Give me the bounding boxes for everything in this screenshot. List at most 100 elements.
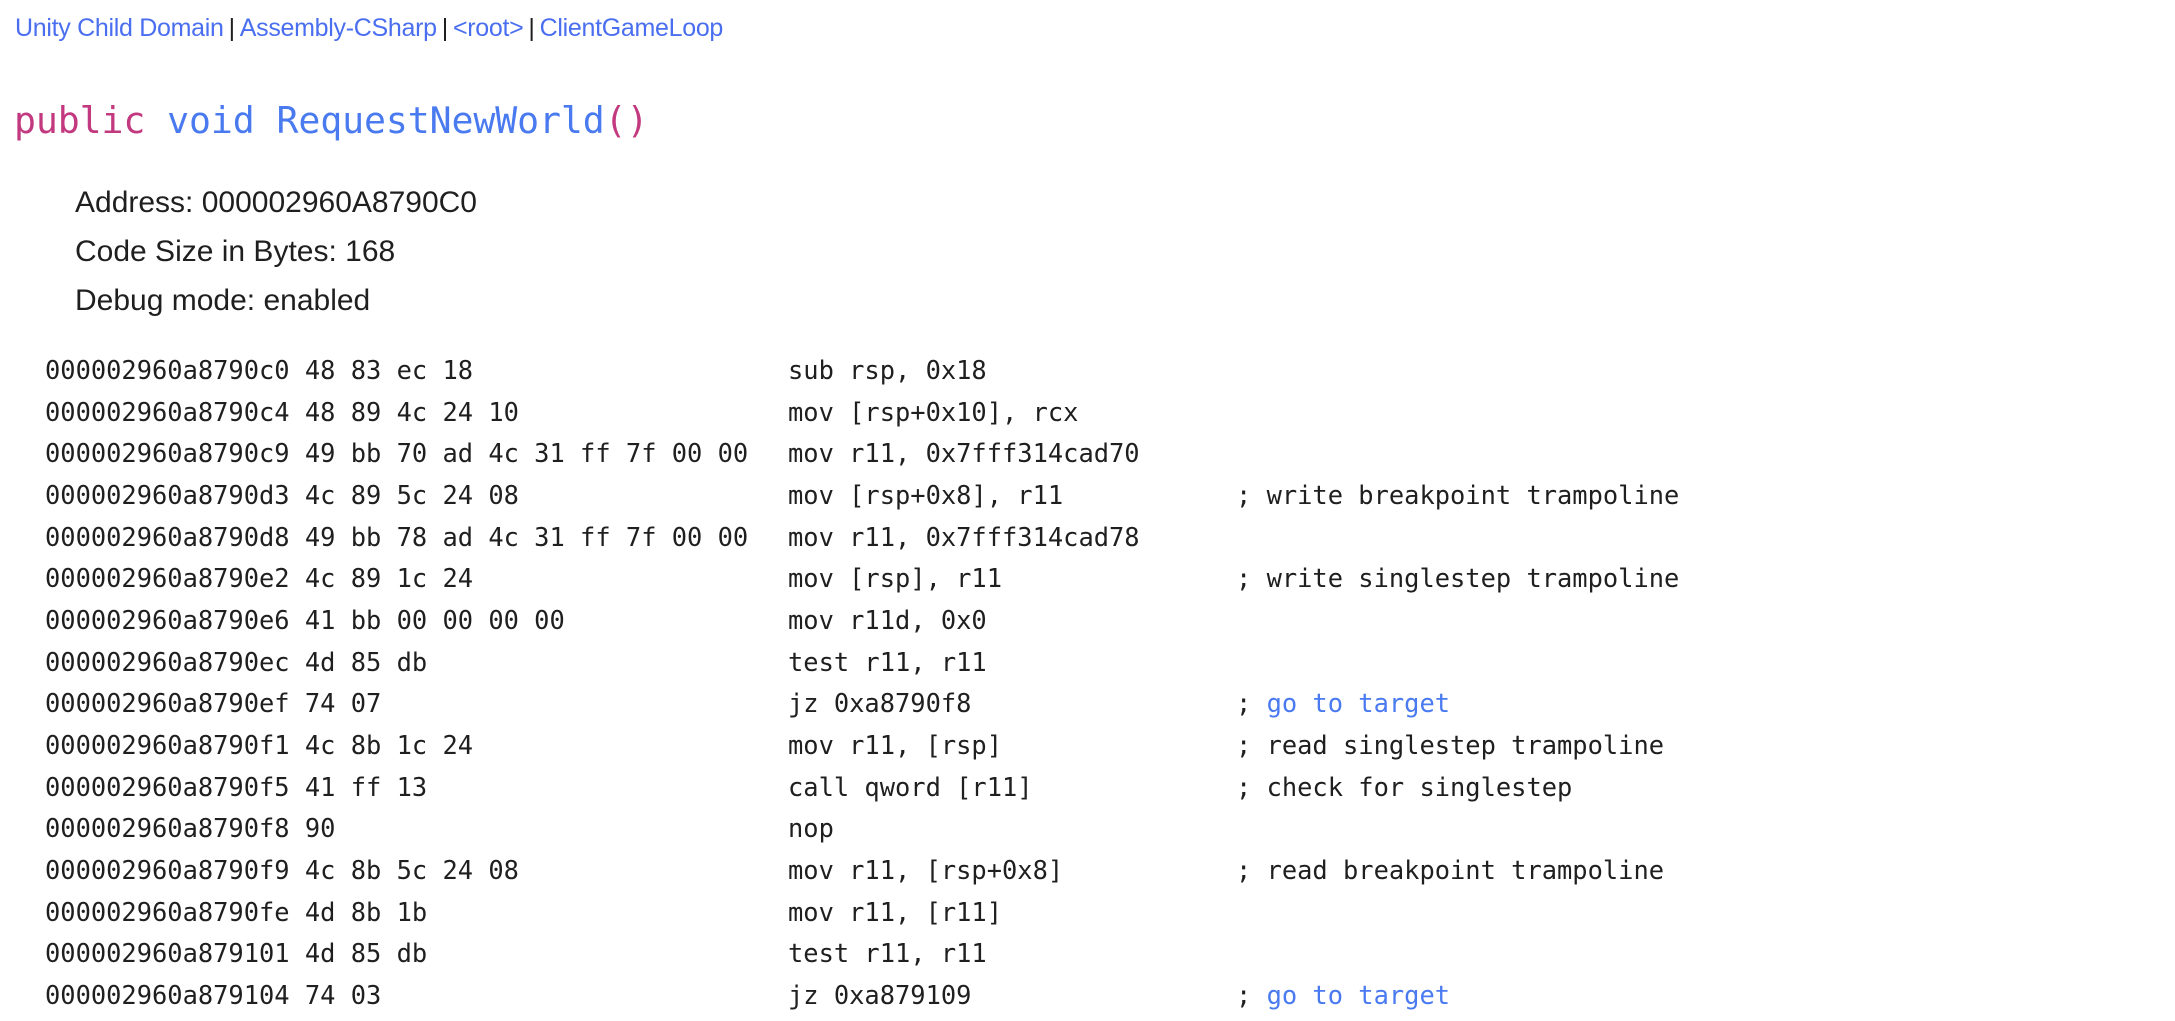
instruction-address: 000002960a8790fe [45, 896, 290, 927]
instruction-bytes: 74 03 [304, 979, 382, 1010]
disassembly-row: 000002960a8790ec 4d 85 db test r11, r11 [0, 642, 2175, 684]
instruction-text: test r11, r11 [788, 646, 987, 677]
instruction-text: mov r11, [rsp] [788, 729, 1003, 760]
instruction-bytes: 90 [304, 813, 336, 844]
method-signature: public void RequestNewWorld() [14, 96, 648, 146]
address-bytes: 000002960a8790ef 74 07 [45, 683, 381, 725]
code-size-info: Code Size in Bytes: 168 [75, 235, 396, 268]
address-bytes: 000002960a8790d8 49 bb 78 ad 4c 31 ff 7f… [45, 517, 748, 559]
instruction-text: nop [788, 813, 834, 844]
comment-text: write breakpoint trampoline [1266, 479, 1680, 510]
instruction-address: 000002960a8790e6 [45, 604, 290, 635]
instruction-bytes: 41 ff 13 [304, 771, 428, 802]
instruction-address: 000002960a8790f5 [45, 771, 290, 802]
instruction-text: test r11, r11 [788, 938, 987, 969]
comment-marker: ; [1236, 771, 1267, 802]
instruction-address: 000002960a8790f9 [45, 854, 290, 885]
instruction-comment: ; read singlestep trampoline [1236, 725, 1664, 767]
disassembly-row: 000002960a8790fe 4d 8b 1b mov r11, [r11] [0, 892, 2175, 934]
breadcrumb-separator: | [528, 14, 535, 42]
instruction-address: 000002960a8790c4 [45, 396, 290, 427]
disassembly-row: 000002960a8790e2 4c 89 1c 24 mov [rsp], r… [0, 558, 2175, 600]
address-info: Address: 000002960A8790C0 [75, 186, 477, 219]
instruction-bytes: 4c 89 5c 24 08 [304, 479, 519, 510]
disassembly-row: 000002960a8790d8 49 bb 78 ad 4c 31 ff 7f… [0, 517, 2175, 559]
address-bytes: 000002960a8790f1 4c 8b 1c 24 [45, 725, 473, 767]
disassembly-row: 000002960a8790f8 90 nop [0, 808, 2175, 850]
instruction-address: 000002960a879101 [45, 938, 290, 969]
instruction-text: mov [rsp+0x8], r11 [788, 479, 1064, 510]
instruction-text: mov [rsp], r11 [788, 563, 1003, 594]
instruction-bytes: 4c 89 1c 24 [304, 563, 474, 594]
instruction-bytes: 4c 8b 5c 24 08 [304, 854, 519, 885]
address-bytes: 000002960a8790e2 4c 89 1c 24 [45, 558, 473, 600]
instruction-bytes: 4c 8b 1c 24 [304, 729, 474, 760]
breadcrumb-separator: | [228, 14, 236, 42]
instruction-address: 000002960a8790f8 [45, 813, 290, 844]
comment-text: check for singlestep [1266, 771, 1573, 802]
instruction-comment: ; check for singlestep [1236, 767, 1572, 809]
comment-marker: ; [1236, 563, 1267, 594]
breadcrumb-item-domain[interactable]: Unity Child Domain [15, 14, 224, 42]
go-to-target-link[interactable]: go to target [1267, 980, 1450, 1010]
disassembly-row: 000002960a8790f1 4c 8b 1c 24 mov r11, [rs… [0, 725, 2175, 767]
instruction-text: jz 0xa8790f8 [788, 688, 972, 719]
comment-marker: ; [1236, 979, 1267, 1010]
instruction-address: 000002960a8790c9 [45, 438, 290, 469]
instruction-address: 000002960a8790e2 [45, 563, 290, 594]
breadcrumb-item-class[interactable]: ClientGameLoop [540, 14, 724, 42]
disassembly-row: 000002960a8790d3 4c 89 5c 24 08 mov [rsp+… [0, 475, 2175, 517]
signature-method-name: RequestNewWorld [276, 99, 605, 142]
address-bytes: 000002960a879101 4d 85 db [45, 933, 427, 975]
comment-marker: ; [1236, 479, 1267, 510]
go-to-target-link[interactable]: go to target [1267, 688, 1450, 718]
instruction-text: jz 0xa879109 [788, 979, 972, 1010]
instruction-bytes: 41 bb 00 00 00 00 [304, 604, 565, 635]
address-bytes: 000002960a8790d3 4c 89 5c 24 08 [45, 475, 519, 517]
disassembly-row: 000002960a8790e6 41 bb 00 00 00 00 mov r1… [0, 600, 2175, 642]
debug-mode-info: Debug mode: enabled [75, 284, 371, 317]
comment-marker: ; [1236, 688, 1267, 719]
address-bytes: 000002960a8790c4 48 89 4c 24 10 [45, 392, 519, 434]
comment-marker: ; [1236, 854, 1267, 885]
instruction-text: mov [rsp+0x10], rcx [788, 396, 1079, 427]
instruction-text: mov r11, 0x7fff314cad70 [788, 438, 1140, 469]
instruction-bytes: 48 89 4c 24 10 [304, 396, 519, 427]
breadcrumb-item-assembly[interactable]: Assembly-CSharp [240, 14, 437, 42]
signature-params: () [604, 99, 649, 142]
instruction-text: mov r11d, 0x0 [788, 604, 987, 635]
comment-text: write singlestep trampoline [1266, 563, 1680, 594]
disassembly-row: 000002960a8790c9 49 bb 70 ad 4c 31 ff 7f… [0, 433, 2175, 475]
address-bytes: 000002960a8790f8 90 [45, 808, 335, 850]
address-bytes: 000002960a8790e6 41 bb 00 00 00 00 [45, 600, 565, 642]
disassembly-row: 000002960a879101 4d 85 db test r11, r11 [0, 933, 2175, 975]
disassembly-row: 000002960a8790c0 48 83 ec 18 sub rsp, 0x1… [0, 350, 2175, 392]
instruction-text: call qword [r11] [788, 771, 1033, 802]
method-info: Address: 000002960A8790C0 Code Size in B… [75, 178, 477, 325]
disassembly-row: 000002960a879104 74 03 jz 0xa879109; go t… [0, 975, 2175, 1017]
instruction-comment: ; write breakpoint trampoline [1236, 475, 1679, 517]
comment-marker: ; [1236, 729, 1267, 760]
comment-text: read singlestep trampoline [1266, 729, 1665, 760]
breadcrumb-item-namespace[interactable]: <root> [453, 14, 524, 42]
address-bytes: 000002960a8790fe 4d 8b 1b [45, 892, 427, 934]
disassembly-row: 000002960a8790f9 4c 8b 5c 24 08 mov r11, … [0, 850, 2175, 892]
instruction-bytes: 74 07 [304, 688, 382, 719]
comment-text: read breakpoint trampoline [1266, 854, 1665, 885]
instruction-text: mov r11, [r11] [788, 896, 1003, 927]
instruction-bytes: 48 83 ec 18 [304, 355, 474, 385]
instruction-bytes: 49 bb 78 ad 4c 31 ff 7f 00 00 [304, 521, 749, 552]
address-bytes: 000002960a8790c9 49 bb 70 ad 4c 31 ff 7f… [45, 433, 748, 475]
disassembly-listing: 000002960a8790c0 48 83 ec 18 sub rsp, 0x1… [0, 350, 2175, 1017]
disassembly-row: 000002960a8790f5 41 ff 13 call qword [r11… [0, 767, 2175, 809]
address-bytes: 000002960a879104 74 03 [45, 975, 381, 1017]
disassembly-row: 000002960a8790ef 74 07 jz 0xa8790f8; go t… [0, 683, 2175, 725]
breadcrumb: Unity Child Domain | Assembly-CSharp | <root… [15, 10, 723, 46]
address-bytes: 000002960a8790f9 4c 8b 5c 24 08 [45, 850, 519, 892]
address-bytes: 000002960a8790c0 48 83 ec 18 [45, 350, 473, 392]
disassembly-row: 000002960a8790c4 48 89 4c 24 10 mov [rsp+… [0, 392, 2175, 434]
instruction-address: 000002960a879104 [45, 979, 290, 1010]
instruction-comment: ; read breakpoint trampoline [1236, 850, 1664, 892]
signature-return-type: void [167, 99, 255, 142]
instruction-bytes: 4d 8b 1b [304, 896, 428, 927]
